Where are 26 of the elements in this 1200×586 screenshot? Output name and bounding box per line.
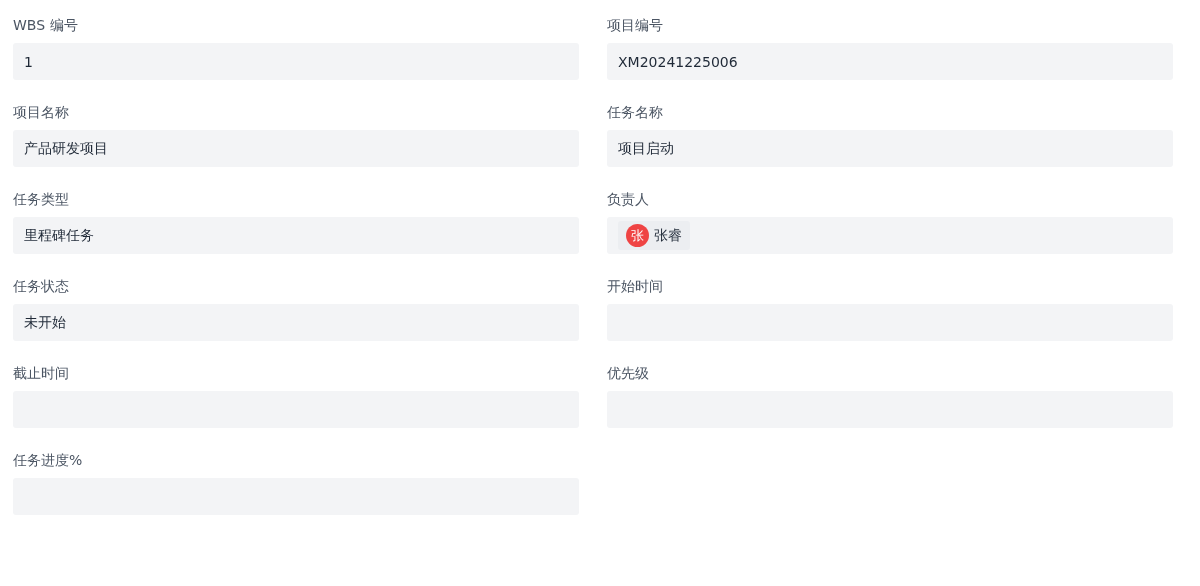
value-field[interactable]: 里程碑任务 — [13, 217, 579, 254]
field-value: 项目启动 — [618, 139, 674, 158]
field-label: WBS 编号 — [13, 16, 79, 35]
field-label: 负责人 — [607, 190, 650, 209]
field-label: 优先级 — [607, 364, 650, 383]
field-label: 任务状态 — [13, 277, 70, 296]
field-value: 1 — [24, 53, 33, 70]
field-label: 任务进度% — [13, 451, 84, 470]
field-label: 开始时间 — [607, 277, 664, 296]
field-value: 里程碑任务 — [24, 226, 94, 245]
field-label: 任务名称 — [607, 103, 664, 122]
value-field[interactable]: 项目启动 — [607, 130, 1173, 167]
field-value: XM20241225006 — [618, 53, 738, 70]
field-label: 项目编号 — [607, 16, 664, 35]
field-value: 产品研发项目 — [24, 139, 108, 158]
value-field[interactable]: 产品研发项目 — [13, 130, 579, 167]
person-name: 张睿 — [654, 226, 682, 245]
value-field[interactable]: 1 — [13, 43, 579, 80]
person-field[interactable]: 张 张睿 — [607, 217, 1173, 254]
field-value: 未开始 — [24, 313, 66, 332]
field-label: 任务类型 — [13, 190, 70, 209]
value-field[interactable]: 未开始 — [13, 304, 579, 341]
avatar-icon: 张 — [626, 224, 649, 247]
field-label: 项目名称 — [13, 103, 70, 122]
field-label: 截止时间 — [13, 364, 70, 383]
value-field[interactable]: XM20241225006 — [607, 43, 1173, 80]
